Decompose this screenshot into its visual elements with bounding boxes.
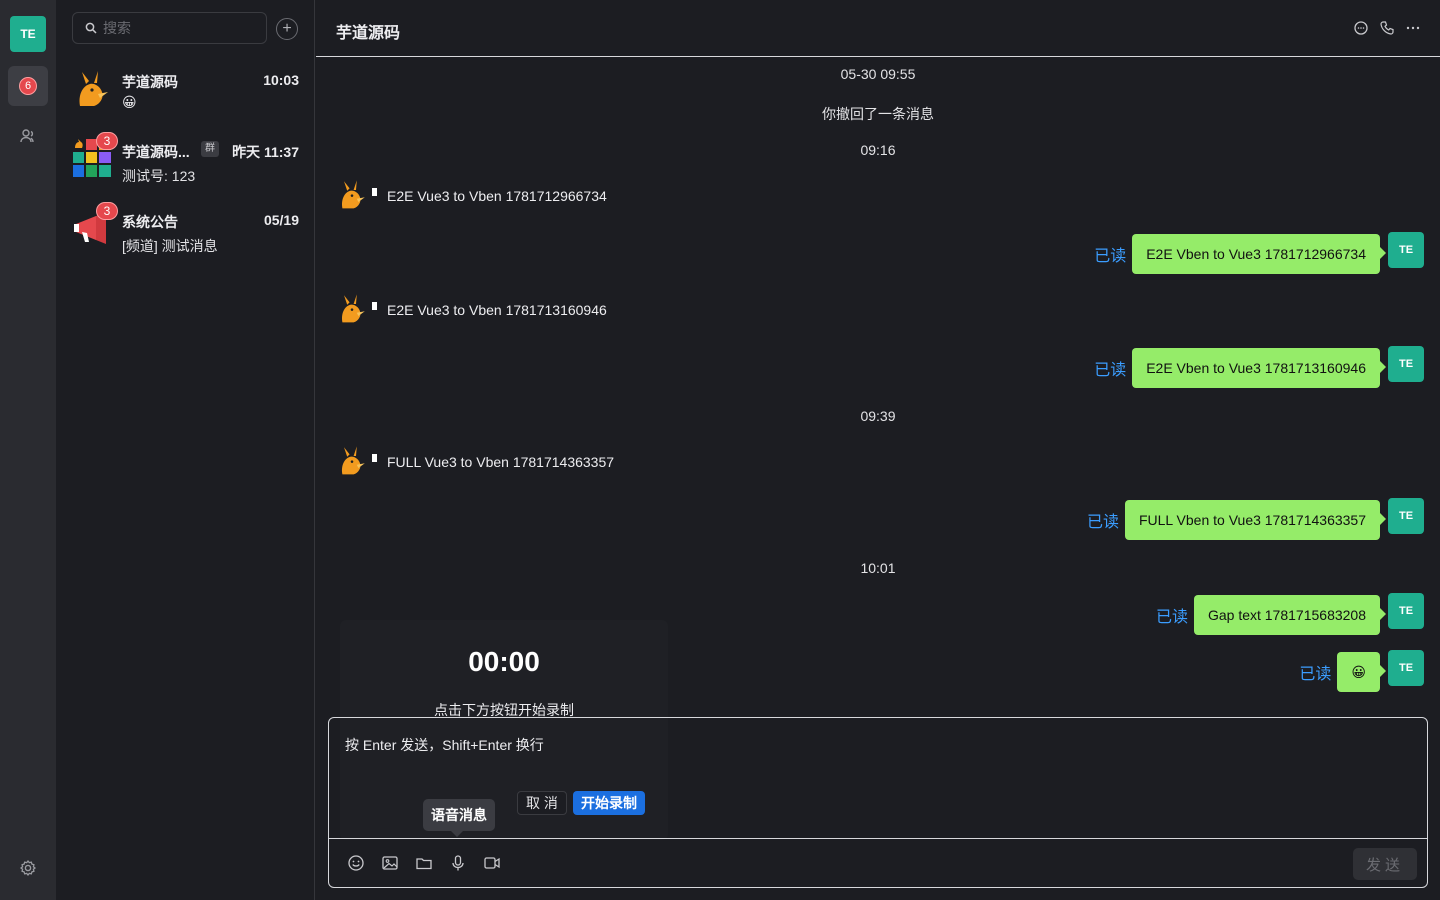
outgoing-message: 已读 😀 TE — [1299, 650, 1424, 692]
message-bubble-icon[interactable] — [1353, 20, 1369, 36]
contacts-icon[interactable] — [18, 126, 38, 146]
video-icon[interactable] — [483, 854, 501, 872]
message-bubble[interactable]: E2E Vben to Vue3 1781712966734 — [1132, 234, 1386, 274]
read-status: 已读 — [1094, 362, 1127, 379]
incoming-message: E2E Vue3 to Vben 1781712966734 — [336, 178, 607, 210]
microphone-icon[interactable] — [449, 854, 467, 872]
recall-notice: 你撤回了一条消息 — [822, 106, 934, 122]
outgoing-message: 已读 E2E Vben to Vue3 1781713160946 TE — [1094, 346, 1424, 388]
send-button[interactable]: 发送 — [1353, 848, 1417, 880]
conversation-preview: [频道] 测试消息 — [122, 238, 218, 254]
mascot-icon — [79, 71, 108, 106]
search-icon — [85, 22, 97, 34]
mascot-icon — [341, 446, 365, 475]
search-input[interactable] — [103, 20, 253, 36]
chat-header: 芋道源码 — [316, 0, 1440, 57]
search-box[interactable] — [72, 12, 267, 44]
conversation-time: 10:03 — [263, 72, 299, 88]
message-bubble[interactable]: 😀 — [1337, 652, 1386, 692]
composer-divider — [329, 838, 1427, 839]
conversation-name: 芋道源码... — [122, 144, 190, 160]
incoming-message: FULL Vue3 to Vben 1781714363357 — [336, 444, 614, 476]
my-avatar[interactable]: TE — [1388, 650, 1424, 686]
message-text[interactable]: E2E Vue3 to Vben 1781713160946 — [387, 302, 607, 318]
read-status: 已读 — [1086, 514, 1119, 531]
outgoing-message: 已读 FULL Vben to Vue3 1781714363357 TE — [1086, 498, 1424, 540]
date-divider: 05-30 09:55 — [840, 66, 916, 82]
outgoing-message: 已读 Gap text 1781715683208 TE — [1155, 593, 1424, 635]
phone-icon[interactable] — [1379, 20, 1395, 36]
emoji-icon[interactable] — [347, 854, 365, 872]
image-icon[interactable] — [381, 854, 399, 872]
message-composer[interactable]: 按 Enter 发送，Shift+Enter 换行 取 消 开始录制 语音消息 — [328, 717, 1428, 888]
time-divider: 09:39 — [860, 408, 896, 424]
time-divider: 10:01 — [860, 560, 896, 576]
settings-icon[interactable] — [18, 858, 38, 878]
message-text[interactable]: E2E Vue3 to Vben 1781712966734 — [387, 188, 607, 204]
my-avatar[interactable]: TE — [1388, 346, 1424, 382]
more-icon[interactable] — [1405, 20, 1421, 36]
read-status: 已读 — [1094, 248, 1127, 265]
outgoing-message: 已读 E2E Vben to Vue3 1781712966734 TE — [1094, 232, 1424, 274]
message-bubble[interactable]: FULL Vben to Vue3 1781714363357 — [1124, 500, 1387, 540]
read-status: 已读 — [1155, 609, 1188, 626]
chat-panel: 芋道源码 05-30 09:55 你撤回了一条消息 09:16 E2E Vue3… — [316, 0, 1440, 900]
message-marker — [372, 454, 377, 462]
start-recording-button[interactable]: 开始录制 — [573, 791, 645, 815]
chat-title: 芋道源码 — [336, 25, 401, 42]
conversation-name: 芋道源码 — [122, 74, 178, 90]
message-marker — [372, 302, 377, 310]
nav-rail: TE 6 — [0, 0, 56, 900]
nav-chats[interactable]: 6 — [8, 66, 48, 106]
my-avatar[interactable]: TE — [1388, 232, 1424, 268]
message-text[interactable]: FULL Vue3 to Vben 1781714363357 — [387, 454, 614, 470]
recording-timer: 00:00 — [468, 646, 540, 677]
conversation-item[interactable]: 3 系统公告 05/19 [频道] 测试消息 — [56, 202, 315, 278]
mascot-icon — [341, 294, 365, 323]
read-status: 已读 — [1299, 666, 1332, 683]
unread-badge: 6 — [19, 77, 37, 95]
im-app: TE 6 + — [0, 0, 1440, 900]
user-avatar[interactable]: TE — [10, 16, 46, 52]
conversation-preview: 😀 — [122, 94, 137, 110]
message-bubble[interactable]: Gap text 1781715683208 — [1193, 595, 1387, 635]
mascot-icon — [341, 180, 365, 209]
incoming-message: E2E Vue3 to Vben 1781713160946 — [336, 292, 607, 324]
conversation-name: 系统公告 — [122, 214, 178, 230]
add-conversation-button[interactable]: + — [276, 18, 298, 40]
conversation-preview: 测试号: 123 — [122, 168, 196, 184]
group-tag: 群 — [201, 141, 219, 157]
cancel-recording-button[interactable]: 取 消 — [517, 791, 567, 815]
voice-tooltip: 语音消息 — [423, 799, 495, 837]
my-avatar[interactable]: TE — [1388, 593, 1424, 629]
message-marker — [372, 188, 377, 196]
conversation-time: 05/19 — [263, 212, 299, 228]
conversation-list: + 芋道源码 10:03 😀 — [56, 0, 315, 900]
composer-input[interactable]: 按 Enter 发送，Shift+Enter 换行 — [345, 735, 544, 755]
time-divider: 09:16 — [860, 142, 896, 158]
unread-badge: 3 — [96, 132, 118, 150]
message-bubble[interactable]: E2E Vben to Vue3 1781713160946 — [1132, 348, 1386, 388]
unread-badge: 3 — [96, 202, 118, 220]
folder-icon[interactable] — [415, 854, 433, 872]
my-avatar[interactable]: TE — [1388, 498, 1424, 534]
conversation-item[interactable]: 芋道源码 10:03 😀 — [56, 68, 315, 138]
conversation-item[interactable]: 3 芋道源码... 群 昨天 11:37 测试号: 123 — [56, 132, 315, 208]
conversation-time: 昨天 11:37 — [232, 144, 299, 160]
